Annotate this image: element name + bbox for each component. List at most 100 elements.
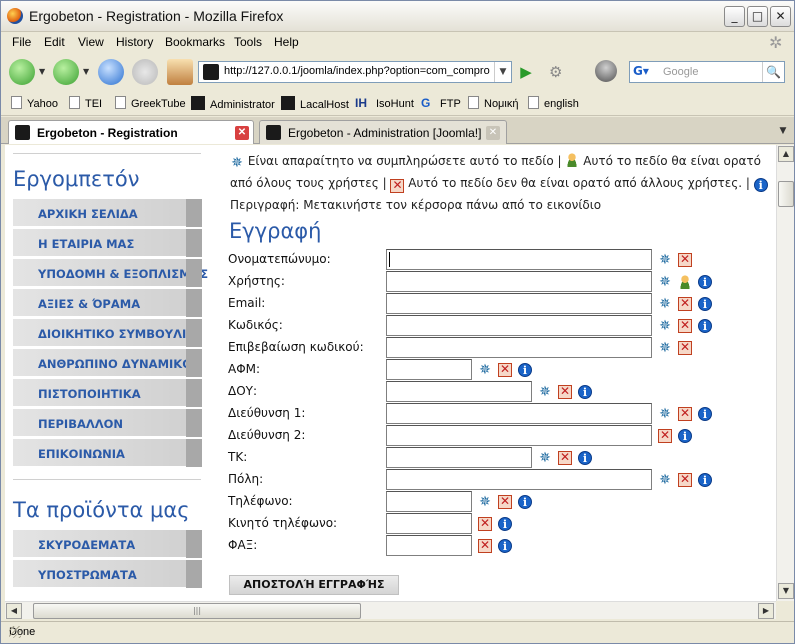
form-text-input[interactable] [386, 337, 652, 358]
sidebar-menu-item[interactable]: Η ΕΤΑΙΡΙΑ ΜΑΣ [13, 229, 202, 257]
bookmark-nomiki[interactable]: Νομική [468, 96, 518, 110]
form-text-input[interactable] [386, 381, 532, 402]
extension-icon[interactable]: ⚙ [549, 63, 562, 81]
back-history-dropdown-icon[interactable]: ▼ [39, 67, 45, 76]
url-history-dropdown-icon[interactable]: ▼ [494, 62, 511, 82]
form-text-input[interactable] [386, 293, 652, 314]
scroll-down-icon[interactable]: ▼ [778, 583, 794, 599]
form-text-input[interactable] [386, 491, 472, 512]
sidebar-menu-item[interactable]: ΠΕΡΙΒΑΛΛΟΝ [13, 409, 202, 437]
back-button[interactable] [9, 59, 35, 85]
menu-tools[interactable]: Tools [234, 35, 262, 49]
bookmark-tei[interactable]: TEI [69, 96, 102, 110]
horizontal-scroll-thumb[interactable]: ||| [33, 603, 361, 619]
search-box[interactable]: G▾ Google 🔍 [629, 61, 785, 83]
close-tab-icon[interactable]: ✕ [235, 126, 249, 140]
bookmark-ftp[interactable]: G FTP [421, 96, 461, 110]
sidebar-menu-item[interactable]: ΑΝΘΡΩΠΙΝΟ ΔΥΝΑΜΙΚΟ [13, 349, 202, 377]
google-engine-icon[interactable]: G▾ [633, 64, 659, 80]
form-text-input[interactable] [386, 359, 472, 380]
tab-registration[interactable]: Ergobeton - Registration ✕ [8, 120, 254, 144]
menu-help[interactable]: Help [274, 35, 299, 49]
close-tab-icon[interactable]: ✕ [486, 126, 500, 140]
info-icon[interactable]: i [698, 275, 712, 289]
form-text-input[interactable] [386, 425, 652, 446]
vertical-scroll-thumb[interactable] [778, 181, 794, 207]
forward-history-dropdown-icon[interactable]: ▼ [83, 67, 89, 76]
address-bar[interactable]: http://127.0.0.1/joomla/index.php?option… [198, 61, 512, 83]
maximize-button[interactable]: □ [747, 6, 768, 27]
url-text[interactable]: http://127.0.0.1/joomla/index.php?option… [224, 65, 492, 77]
hidden-field-icon: ✕ [658, 428, 672, 443]
info-icon[interactable]: i [498, 539, 512, 553]
form-text-input[interactable] [386, 513, 472, 534]
go-button[interactable]: ▶ [516, 61, 536, 83]
sidebar-menu-item[interactable]: ΔΙΟΙΚΗΤΙΚΟ ΣΥΜΒΟΥΛΙΟ [13, 319, 202, 347]
user-avatar-icon[interactable] [595, 60, 617, 82]
bookmark-yahoo[interactable]: Yahoo [11, 96, 58, 110]
info-icon[interactable]: i [753, 178, 768, 192]
form-text-input[interactable] [386, 535, 472, 556]
bookmark-lacalhost[interactable]: LacalHost [281, 96, 349, 111]
bookmark-english[interactable]: english [528, 96, 579, 110]
sidebar-menu-item[interactable]: ΥΠΟΔΟΜΗ & ΕΞΟΠΛΙΣΜΟΣ [13, 259, 208, 287]
info-icon[interactable]: i [578, 385, 592, 399]
sidebar-menu-item[interactable]: ΑΞΙΕΣ & ΌΡΑΜΑ [13, 289, 202, 317]
form-text-input[interactable] [386, 249, 652, 270]
field-label: ΔΟΥ: [228, 384, 258, 398]
tab-list-dropdown-icon[interactable]: ▼ [775, 121, 791, 141]
stop-button[interactable] [132, 59, 158, 85]
bookmark-isohunt[interactable]: IH IsoHunt [355, 96, 414, 110]
menu-file[interactable]: File [12, 35, 31, 49]
sidebar-menu-item[interactable]: ΥΠΟΣΤΡΩΜΑΤΑ [13, 560, 202, 588]
info-icon[interactable]: i [698, 297, 712, 311]
page-title: Εγγραφή [229, 219, 322, 243]
bookmark-administrator[interactable]: Administrator [191, 96, 275, 111]
tab-administration[interactable]: Ergobeton - Administration [Joomla!] ✕ [259, 120, 507, 144]
sidebar-menu-item[interactable]: ΑΡΧΙΚΗ ΣΕΛΙΔΑ [13, 199, 202, 227]
home-button[interactable] [167, 59, 193, 85]
info-icon[interactable]: i [698, 319, 712, 333]
scroll-right-icon[interactable]: ▶ [758, 603, 774, 619]
site-favicon-icon [203, 64, 219, 80]
reload-button[interactable] [98, 59, 124, 85]
search-icon[interactable]: 🔍 [762, 62, 784, 82]
form-text-input[interactable] [386, 469, 652, 490]
sidebar-menu-item[interactable]: ΠΙΣΤΟΠΟΙΗΤΙΚΑ [13, 379, 202, 407]
info-icon[interactable]: i [678, 429, 692, 443]
menu-bookmarks[interactable]: Bookmarks [165, 35, 225, 49]
info-icon[interactable]: i [518, 495, 532, 509]
scroll-up-icon[interactable]: ▲ [778, 146, 794, 162]
sidebar-divider [13, 153, 201, 154]
info-icon[interactable]: i [698, 473, 712, 487]
required-icon: ✵ [539, 450, 551, 466]
search-placeholder[interactable]: Google [663, 66, 698, 78]
form-text-input[interactable] [386, 271, 652, 292]
info-icon[interactable]: i [698, 407, 712, 421]
minimize-button[interactable]: _ [724, 6, 745, 27]
hidden-field-icon: ✕ [478, 516, 492, 531]
hidden-field-icon: ✕ [558, 450, 572, 465]
menu-edit[interactable]: Edit [44, 35, 65, 49]
vertical-scrollbar[interactable]: ▲ ▼ [776, 145, 794, 601]
resize-grip-icon[interactable] [9, 626, 21, 638]
scroll-left-icon[interactable]: ◀ [6, 603, 22, 619]
menu-history[interactable]: History [116, 35, 153, 49]
horizontal-scrollbar[interactable]: ◀ ||| ▶ [5, 601, 776, 619]
forward-button[interactable] [53, 59, 79, 85]
submit-registration-button[interactable]: ΑΠΟΣΤΟΛΉ ΕΓΓΡΑΦΉΣ [229, 575, 399, 595]
required-icon: ✵ [659, 340, 671, 356]
info-icon[interactable]: i [578, 451, 592, 465]
info-icon[interactable]: i [518, 363, 532, 377]
menu-view[interactable]: View [78, 35, 104, 49]
info-icon[interactable]: i [498, 517, 512, 531]
close-window-button[interactable]: ✕ [770, 6, 791, 27]
field-label: Επιβεβαίωση κωδικού: [228, 340, 364, 354]
form-text-input[interactable] [386, 403, 652, 424]
bookmark-greektube[interactable]: GreekTube [115, 96, 186, 110]
form-text-input[interactable] [386, 315, 652, 336]
hidden-field-icon: ✕ [498, 362, 512, 377]
form-text-input[interactable] [386, 447, 532, 468]
sidebar-menu-item[interactable]: ΕΠΙΚΟΙΝΩΝΙΑ [13, 439, 202, 467]
sidebar-menu-item[interactable]: ΣΚΥΡΟΔΕΜΑΤΑ [13, 530, 202, 558]
